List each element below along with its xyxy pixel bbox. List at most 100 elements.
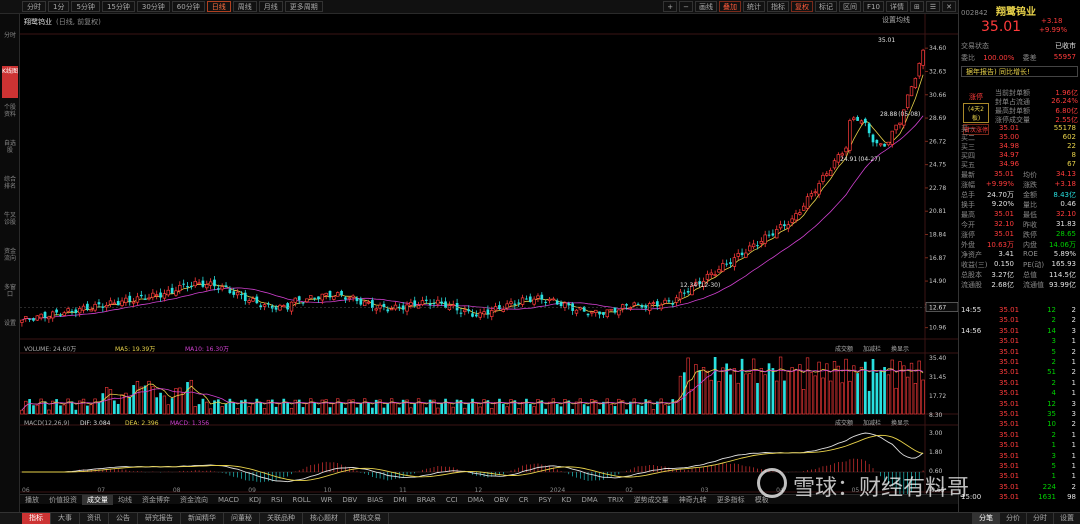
candle-body xyxy=(856,116,859,121)
candle-body xyxy=(798,212,802,215)
tick-vol: 3 xyxy=(1051,451,1056,460)
indicator-tab-1[interactable]: 价值投资 xyxy=(44,495,82,505)
volume-panel-button[interactable]: 成交额 xyxy=(835,345,853,353)
toolbar-3-button[interactable]: 指标 xyxy=(767,1,790,12)
sidebar-item-6[interactable]: 资金流向 xyxy=(2,246,18,278)
sidebar-item-0[interactable]: 分时 xyxy=(2,30,18,62)
period-3-button[interactable]: 15分钟 xyxy=(101,1,135,12)
toolbar-icon-extra-0-button[interactable]: ⊞ xyxy=(909,1,924,12)
toolbar-icon-extra-2-button[interactable]: ✕ xyxy=(942,1,956,12)
indicator-tab-23[interactable]: 逆势成交量 xyxy=(629,495,674,505)
sidebar-item-5[interactable]: 牛叉诊股 xyxy=(2,210,18,242)
volume-bar xyxy=(386,403,390,414)
indicator-tab-5[interactable]: 资金流向 xyxy=(175,495,213,505)
indicator-tab-18[interactable]: CR xyxy=(514,495,534,505)
period-1-button[interactable]: 1分 xyxy=(48,1,70,12)
macd-panel-button[interactable]: 加减栏 xyxy=(863,419,881,427)
bottom-tab-4[interactable]: 研究报告 xyxy=(138,513,181,524)
period-4-button[interactable]: 30分钟 xyxy=(136,1,170,12)
macd-buttons: 成交额 加减栏 换显示 xyxy=(835,419,909,427)
bottom-right-tab-1[interactable]: 分价 xyxy=(999,513,1026,524)
volume-bar xyxy=(748,373,752,415)
indicator-tab-25[interactable]: 更多指标 xyxy=(712,495,750,505)
bottom-tab-0[interactable]: 指标 xyxy=(22,513,51,524)
volume-bar xyxy=(313,402,316,414)
indicator-tab-7[interactable]: KDJ xyxy=(244,495,266,505)
indicator-tab-3[interactable]: 均线 xyxy=(113,495,137,505)
order-ratio-value: 100.00% xyxy=(983,54,1015,62)
sidebar-item-4[interactable]: 综合排名 xyxy=(2,174,18,206)
volume-bar xyxy=(775,380,779,415)
period-5-button[interactable]: 60分钟 xyxy=(171,1,205,12)
bottom-tab-3[interactable]: 公告 xyxy=(109,513,138,524)
indicator-tab-4[interactable]: 资金博弈 xyxy=(137,495,175,505)
indicator-tab-12[interactable]: BIAS xyxy=(362,495,388,505)
candle-body xyxy=(182,283,186,285)
indicator-tab-17[interactable]: OBV xyxy=(489,495,514,505)
bottom-right-tab-2[interactable]: 分时 xyxy=(1026,513,1053,524)
bottom-tab-1[interactable]: 大事 xyxy=(51,513,80,524)
candle-body xyxy=(51,311,55,319)
volume-panel-button[interactable]: 加减栏 xyxy=(863,345,881,353)
toolbar-8-button[interactable]: 详情 xyxy=(885,1,908,12)
indicator-tab-6[interactable]: MACD xyxy=(213,495,244,505)
toolbar-2-button[interactable]: 统计 xyxy=(743,1,766,12)
indicator-tab-10[interactable]: WR xyxy=(316,495,338,505)
bottom-tab-5[interactable]: 新闻精华 xyxy=(181,513,224,524)
bottom-tab-9[interactable]: 模拟交易 xyxy=(346,513,389,524)
period-7-button[interactable]: 周线 xyxy=(232,1,257,12)
kline-chart[interactable]: 34.60 32.63 30.66 28.69 26.72 24.75 22.78 20.81… xyxy=(20,14,958,494)
indicator-tab-19[interactable]: PSY xyxy=(534,495,557,505)
news-headline[interactable]: 据年报告) 同比增长! xyxy=(961,66,1078,77)
candle-body xyxy=(409,302,413,306)
indicator-tab-16[interactable]: DMA xyxy=(463,495,489,505)
macd-panel-button[interactable]: 成交额 xyxy=(835,419,853,427)
sidebar-item-2[interactable]: 个股资料 xyxy=(2,102,18,134)
tick-price: 35.01 xyxy=(999,493,1020,502)
buy-row: 买五 34.96 67 xyxy=(961,160,1078,169)
bottom-right-tab-3[interactable]: 设置 xyxy=(1053,513,1080,524)
sidebar-item-3[interactable]: 自选股 xyxy=(2,138,18,170)
stat-value: 35.01 xyxy=(993,170,1014,178)
toolbar-7-button[interactable]: F10 xyxy=(863,1,884,12)
indicator-tab-21[interactable]: DMA xyxy=(576,495,602,505)
bottom-tab-8[interactable]: 核心题材 xyxy=(303,513,346,524)
toolbar-6-button[interactable]: 区间 xyxy=(839,1,862,12)
toolbar-1-button[interactable]: 叠加 xyxy=(719,1,742,12)
indicator-tab-14[interactable]: BRAR xyxy=(412,495,441,505)
indicator-tab-13[interactable]: DMI xyxy=(388,495,412,505)
bottom-tab-6[interactable]: 问董秘 xyxy=(224,513,260,524)
indicator-tab-2[interactable]: 成交量 xyxy=(82,494,113,505)
period-8-button[interactable]: 月线 xyxy=(258,1,283,12)
bottom-tab-2[interactable]: 资讯 xyxy=(80,513,109,524)
sidebar-item-1[interactable]: K线图 xyxy=(2,66,18,98)
indicator-tab-8[interactable]: RSI xyxy=(266,495,287,505)
sidebar-item-8[interactable]: 设置 xyxy=(2,318,18,350)
indicator-tab-11[interactable]: DBV xyxy=(337,495,362,505)
bottom-tab-7[interactable]: 关联品种 xyxy=(260,513,303,524)
period-2-button[interactable]: 5分钟 xyxy=(71,1,100,12)
candle-body xyxy=(424,299,428,301)
indicator-tab-9[interactable]: ROLL xyxy=(287,495,315,505)
toolbar-icon-1-button[interactable]: − xyxy=(679,1,694,12)
toolbar-5-button[interactable]: 标记 xyxy=(815,1,838,12)
period-6-button[interactable]: 日线 xyxy=(206,1,231,12)
toolbar-icon-0-button[interactable]: + xyxy=(663,1,678,12)
indicator-tab-22[interactable]: TRIX xyxy=(603,495,629,505)
indicator-tab-0[interactable]: 播放 xyxy=(20,495,44,505)
toolbar-0-button[interactable]: 画线 xyxy=(695,1,718,12)
volume-bar xyxy=(182,391,186,415)
indicator-tab-15[interactable]: CCI xyxy=(441,495,463,505)
period-0-button[interactable]: 分时 xyxy=(22,1,46,12)
volume-panel-button[interactable]: 换显示 xyxy=(891,345,909,353)
sidebar-item-7[interactable]: 多窗口 xyxy=(2,282,18,314)
toolbar-icon-extra-1-button[interactable]: ☰ xyxy=(925,1,941,12)
macd-panel-button[interactable]: 换显示 xyxy=(891,419,909,427)
indicator-tab-24[interactable]: 神奇九转 xyxy=(674,495,712,505)
indicator-tab-20[interactable]: KD xyxy=(556,495,576,505)
bottom-right-tab-0[interactable]: 分笔 xyxy=(972,513,999,524)
toolbar-4-button[interactable]: 复权 xyxy=(791,1,814,12)
settings-ma-label[interactable]: 设置均线 xyxy=(882,15,910,24)
price-axis-label: 32.63 xyxy=(929,68,946,75)
period-9-button[interactable]: 更多周期 xyxy=(284,1,323,12)
